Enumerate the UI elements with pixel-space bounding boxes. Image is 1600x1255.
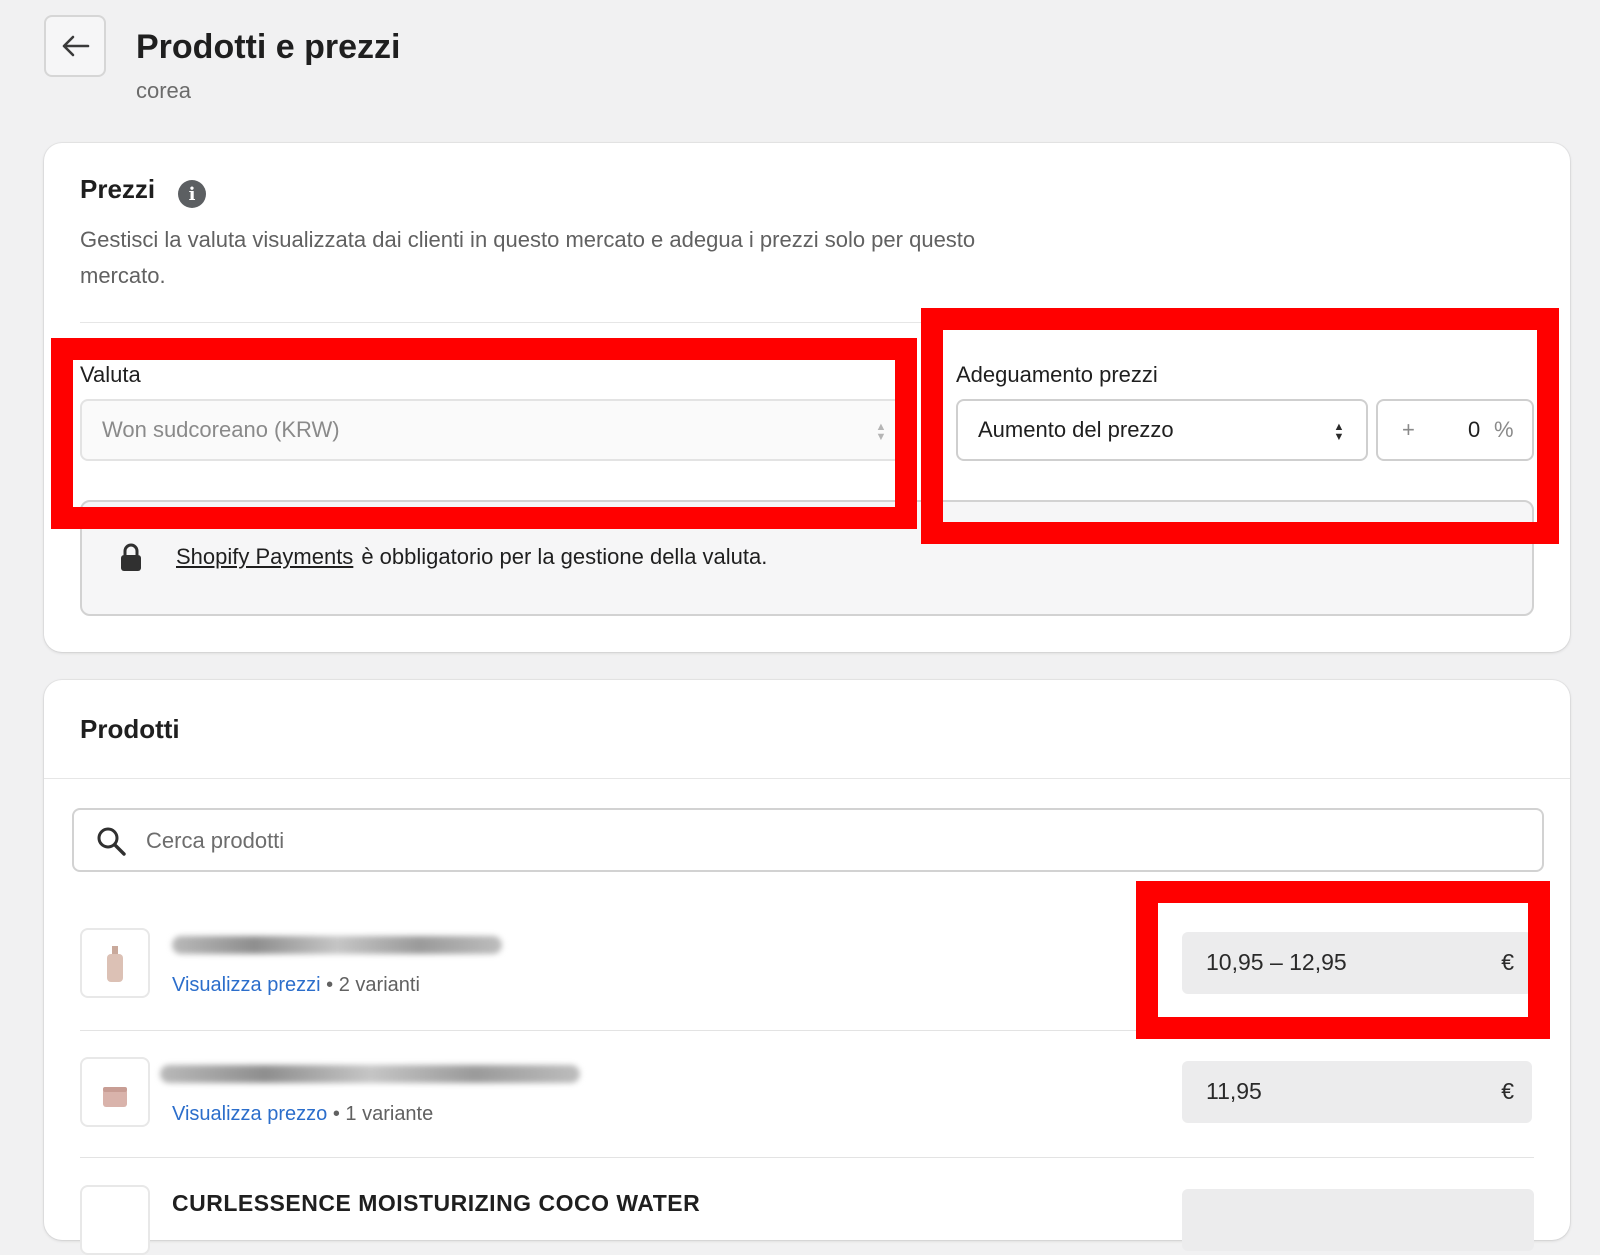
page-title: Prodotti e prezzi xyxy=(136,28,401,66)
currency-select-value: Won sudcoreano (KRW) xyxy=(102,417,340,442)
product-name[interactable]: CURLESSENCE MOISTURIZING COCO WATER xyxy=(172,1190,700,1217)
price-currency: € xyxy=(1501,949,1514,975)
variant-count: 2 varianti xyxy=(338,974,420,996)
product-image xyxy=(107,946,123,982)
adjustment-unit: % xyxy=(1494,417,1514,442)
adjustment-value: 0 xyxy=(1468,417,1481,442)
arrow-left-icon xyxy=(62,35,90,57)
meta-separator: • xyxy=(326,974,334,996)
product-name-redacted xyxy=(160,1065,580,1083)
view-price-link[interactable]: Visualizza prezzo xyxy=(172,1103,327,1125)
lock-icon xyxy=(121,543,141,571)
currency-notice: Shopify Payments è obbligatorio per la g… xyxy=(80,500,1534,616)
price-amount: 11,95 xyxy=(1206,1078,1262,1104)
info-icon[interactable]: i xyxy=(178,180,206,208)
price-amount: 10,95 – 12,95 xyxy=(1206,949,1347,975)
back-button[interactable] xyxy=(44,15,106,77)
product-meta: Visualizza prezzo • 1 variante xyxy=(172,1103,433,1126)
adjustment-percent-input[interactable]: + 0 % xyxy=(1376,399,1534,461)
product-name-redacted xyxy=(172,936,502,954)
product-row[interactable]: Visualizza prezzi • 2 varianti 10,95 – 1… xyxy=(80,928,1534,1038)
price-field: 10,95 – 12,95 € xyxy=(1182,932,1532,994)
notice-text: è obbligatorio per la gestione della val… xyxy=(361,544,768,569)
adjustment-select-value: Aumento del prezzo xyxy=(978,417,1174,442)
variant-count: 1 variante xyxy=(345,1103,434,1125)
currency-label: Valuta xyxy=(80,362,141,387)
products-title: Prodotti xyxy=(80,714,180,744)
product-thumbnail xyxy=(80,1057,150,1127)
price-currency: € xyxy=(1501,1078,1514,1104)
select-chevron-icon: ▲ ▼ xyxy=(1333,421,1345,443)
shopify-payments-link[interactable]: Shopify Payments xyxy=(176,544,353,570)
adjustment-label: Adeguamento prezzi xyxy=(956,362,1158,387)
select-chevron-icon: ▲ ▼ xyxy=(875,421,887,443)
meta-separator: • xyxy=(332,1103,340,1125)
adjustment-select[interactable]: Aumento del prezzo ▲ ▼ xyxy=(956,399,1368,461)
products-divider xyxy=(44,778,1570,779)
product-search[interactable] xyxy=(72,808,1544,872)
row-divider xyxy=(80,1030,1534,1031)
adjustment-sign: + xyxy=(1402,417,1415,442)
page-subtitle: corea xyxy=(136,78,192,103)
pricing-description: Gestisci la valuta visualizzata dai clie… xyxy=(80,227,976,288)
product-image xyxy=(103,1087,127,1107)
product-meta: Visualizza prezzi • 2 varianti xyxy=(172,974,420,997)
product-thumbnail xyxy=(80,1185,150,1255)
price-field: 11,95 € xyxy=(1182,1061,1532,1123)
search-input[interactable] xyxy=(144,820,1528,862)
product-thumbnail xyxy=(80,928,150,998)
currency-select[interactable]: Won sudcoreano (KRW) ▲ ▼ xyxy=(80,399,902,461)
price-field xyxy=(1182,1189,1534,1251)
view-prices-link[interactable]: Visualizza prezzi xyxy=(172,974,321,996)
pricing-divider xyxy=(80,322,1534,323)
pricing-title: Prezzi xyxy=(80,174,156,204)
row-divider xyxy=(80,1157,1534,1158)
product-row[interactable]: Visualizza prezzo • 1 variante 11,95 € xyxy=(80,1057,1534,1167)
search-icon xyxy=(97,827,126,856)
